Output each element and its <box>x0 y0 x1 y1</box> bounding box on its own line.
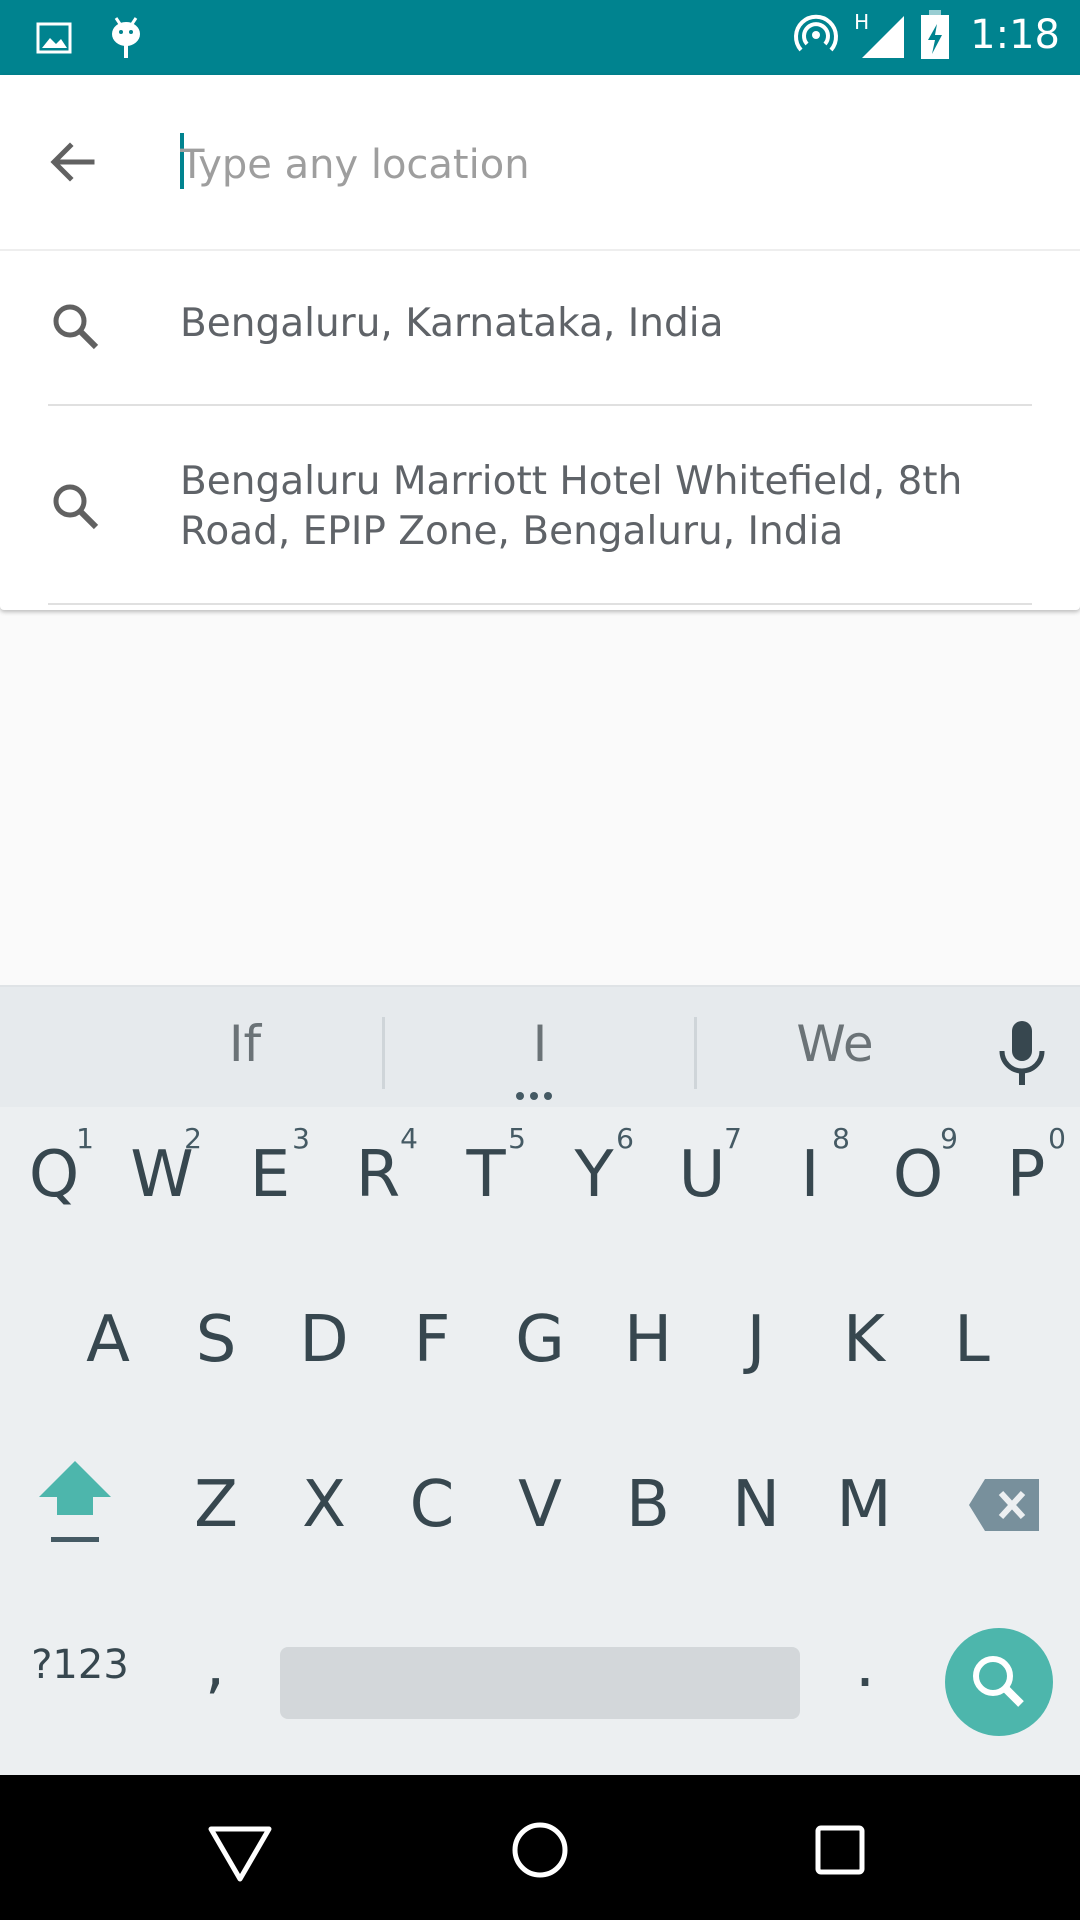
key-b[interactable]: B <box>594 1435 702 1575</box>
backspace-key[interactable] <box>950 1435 1060 1575</box>
key-v[interactable]: V <box>486 1435 594 1575</box>
key-k[interactable]: K <box>810 1270 918 1410</box>
suggestion-left[interactable]: If <box>150 1015 340 1073</box>
key-p[interactable]: P0 <box>972 1105 1080 1245</box>
key-f[interactable]: F <box>378 1270 486 1410</box>
key-o[interactable]: O9 <box>864 1105 972 1245</box>
comma-key[interactable]: , <box>170 1595 260 1735</box>
shift-key[interactable] <box>20 1435 130 1575</box>
key-c[interactable]: C <box>378 1435 486 1575</box>
divider <box>48 404 1032 406</box>
hotspot-icon <box>794 14 839 52</box>
key-s[interactable]: S <box>162 1270 270 1410</box>
key-j[interactable]: J <box>702 1270 810 1410</box>
suggestion-center[interactable]: I <box>440 1015 640 1073</box>
network-type-label: H <box>854 10 870 34</box>
result-text: Bengaluru, Karnataka, India <box>180 301 724 346</box>
navigation-bar <box>0 1775 1080 1920</box>
search-bar <box>0 75 1080 251</box>
key-l[interactable]: L <box>918 1270 1026 1410</box>
battery-charging-icon <box>921 10 950 59</box>
key-r[interactable]: R4 <box>324 1105 432 1245</box>
period-key[interactable]: . <box>820 1595 910 1735</box>
key-h[interactable]: H <box>594 1270 702 1410</box>
search-icon <box>53 484 99 530</box>
search-card: Bengaluru, Karnataka, India Bengaluru Ma… <box>0 75 1080 610</box>
suggestion-strip: If I We <box>0 985 1080 1107</box>
back-arrow-icon[interactable] <box>40 130 104 194</box>
microphone-icon[interactable] <box>994 1017 1050 1089</box>
divider <box>694 1017 697 1089</box>
key-u[interactable]: U7 <box>648 1105 756 1245</box>
search-input[interactable] <box>180 130 1030 200</box>
list-item[interactable]: Bengaluru Marriott Hotel Whitefield, 8th… <box>0 407 1080 607</box>
more-suggestions-icon[interactable] <box>516 1092 552 1100</box>
key-a[interactable]: A <box>54 1270 162 1410</box>
symbols-key[interactable]: ?123 <box>20 1595 140 1735</box>
recents-square-icon[interactable] <box>805 1815 875 1885</box>
key-z[interactable]: Z <box>162 1435 270 1575</box>
key-q[interactable]: Q1 <box>0 1105 108 1245</box>
home-circle-icon[interactable] <box>505 1815 575 1885</box>
key-m[interactable]: M <box>810 1435 918 1575</box>
search-action-button[interactable] <box>945 1628 1053 1736</box>
clock: 1:18 <box>970 12 1060 58</box>
status-bar: H 1:18 <box>0 0 1080 75</box>
spacebar[interactable] <box>280 1647 800 1719</box>
key-g[interactable]: G <box>486 1270 594 1410</box>
list-item[interactable]: Bengaluru, Karnataka, India <box>0 249 1080 407</box>
key-t[interactable]: T5 <box>432 1105 540 1245</box>
backspace-icon <box>969 1479 1039 1531</box>
android-debug-icon <box>112 17 140 58</box>
suggestion-right[interactable]: We <box>740 1015 930 1073</box>
search-icon <box>53 304 99 350</box>
result-text: Bengaluru Marriott Hotel Whitefield, 8th… <box>180 459 963 554</box>
key-y[interactable]: Y6 <box>540 1105 648 1245</box>
image-icon <box>36 22 72 54</box>
key-d[interactable]: D <box>270 1270 378 1410</box>
back-triangle-icon[interactable] <box>205 1815 275 1885</box>
shift-arrow-icon <box>39 1461 111 1542</box>
key-n[interactable]: N <box>702 1435 810 1575</box>
key-w[interactable]: W2 <box>108 1105 216 1245</box>
key-x[interactable]: X <box>270 1435 378 1575</box>
divider <box>48 603 1032 605</box>
search-icon <box>973 1656 1024 1707</box>
divider <box>382 1017 385 1089</box>
key-e[interactable]: E3 <box>216 1105 324 1245</box>
soft-keyboard: If I We Q1 W2 E3 R4 T5 Y6 U7 I8 O9 P0 A … <box>0 985 1080 1775</box>
key-i[interactable]: I8 <box>756 1105 864 1245</box>
